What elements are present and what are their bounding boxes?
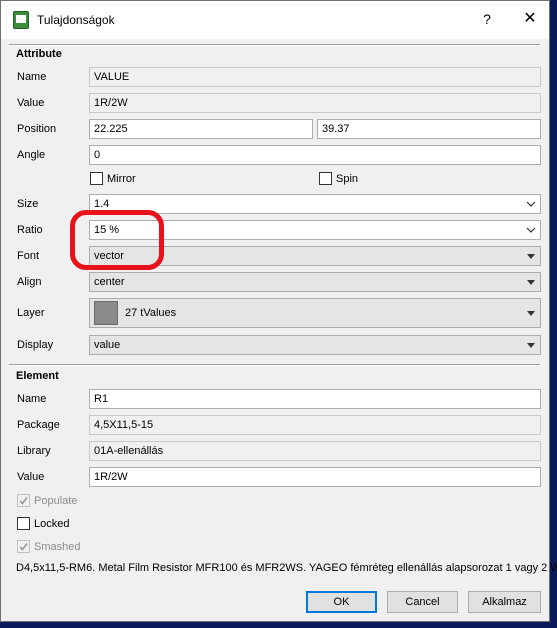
layer-combo[interactable]: 27 tValues bbox=[89, 298, 541, 328]
smashed-label: Smashed bbox=[34, 541, 81, 553]
apply-button[interactable]: Alkalmaz bbox=[468, 591, 541, 613]
package-label: Package bbox=[17, 419, 60, 431]
display-combo[interactable]: value bbox=[89, 335, 541, 355]
align-combo[interactable]: center bbox=[89, 272, 541, 292]
layer-color-swatch bbox=[94, 301, 118, 325]
font-label: Font bbox=[17, 250, 40, 262]
display-value: value bbox=[94, 339, 121, 351]
chevron-down-icon bbox=[526, 227, 536, 233]
populate-checkbox[interactable] bbox=[17, 494, 30, 507]
dropdown-arrow-icon bbox=[527, 254, 535, 259]
divider bbox=[9, 364, 540, 366]
attr-value-label: Value bbox=[17, 97, 45, 109]
attribute-header: Attribute bbox=[16, 48, 62, 60]
elem-value-field[interactable]: 1R/2W bbox=[89, 467, 541, 487]
ok-button[interactable]: OK bbox=[306, 591, 377, 613]
angle-label: Angle bbox=[17, 149, 46, 161]
layer-value: 27 tValues bbox=[125, 307, 177, 319]
spin-checkbox[interactable] bbox=[319, 172, 332, 185]
position-x-field[interactable]: 22.225 bbox=[89, 119, 313, 139]
elem-name-field[interactable]: R1 bbox=[89, 389, 541, 409]
spin-label: Spin bbox=[336, 173, 359, 185]
locked-label: Locked bbox=[34, 518, 70, 530]
ratio-label: Ratio bbox=[17, 224, 43, 236]
app-icon bbox=[13, 11, 29, 29]
angle-field[interactable]: 0 bbox=[89, 145, 541, 165]
position-y-field[interactable]: 39.37 bbox=[317, 119, 541, 139]
elem-value-label: Value bbox=[17, 471, 45, 483]
align-label: Align bbox=[17, 276, 42, 288]
package-field[interactable]: 4,5X11,5-15 bbox=[89, 415, 541, 435]
smashed-checkbox[interactable] bbox=[17, 540, 30, 553]
layer-label: Layer bbox=[17, 307, 45, 319]
divider bbox=[9, 44, 540, 46]
window-title: Tulajdonságok bbox=[37, 13, 115, 27]
title-bar[interactable]: Tulajdonságok ? ✕ bbox=[1, 1, 549, 39]
library-label: Library bbox=[17, 445, 51, 457]
size-value: 1.4 bbox=[94, 198, 110, 210]
attr-value-field[interactable]: 1R/2W bbox=[89, 93, 541, 113]
library-field[interactable]: 01A-ellenállás bbox=[89, 441, 541, 461]
position-label: Position bbox=[17, 123, 57, 135]
description-text: D4,5x11,5-RM6. Metal Film Resistor MFR10… bbox=[16, 562, 557, 574]
help-button[interactable]: ? bbox=[477, 9, 497, 29]
dropdown-arrow-icon bbox=[527, 311, 535, 316]
dropdown-arrow-icon bbox=[527, 280, 535, 285]
elem-name-label: Name bbox=[17, 393, 47, 405]
size-label: Size bbox=[17, 198, 39, 210]
chevron-down-icon bbox=[526, 201, 536, 207]
populate-label: Populate bbox=[34, 495, 78, 507]
checkmark-icon bbox=[19, 543, 28, 551]
mirror-label: Mirror bbox=[107, 173, 136, 185]
attr-name-field[interactable]: VALUE bbox=[89, 67, 541, 87]
locked-checkbox[interactable] bbox=[17, 517, 30, 530]
element-header: Element bbox=[16, 370, 59, 382]
cancel-button[interactable]: Cancel bbox=[387, 591, 458, 613]
size-combo[interactable]: 1.4 bbox=[89, 194, 541, 214]
close-button[interactable]: ✕ bbox=[520, 9, 540, 29]
dropdown-arrow-icon bbox=[527, 343, 535, 348]
attr-name-label: Name bbox=[17, 71, 47, 83]
mirror-checkbox[interactable] bbox=[90, 172, 103, 185]
background-bottom bbox=[0, 622, 557, 628]
display-label: Display bbox=[17, 339, 54, 351]
align-value: center bbox=[94, 276, 125, 288]
checkmark-icon bbox=[19, 497, 28, 505]
highlight-annotation bbox=[70, 210, 164, 270]
